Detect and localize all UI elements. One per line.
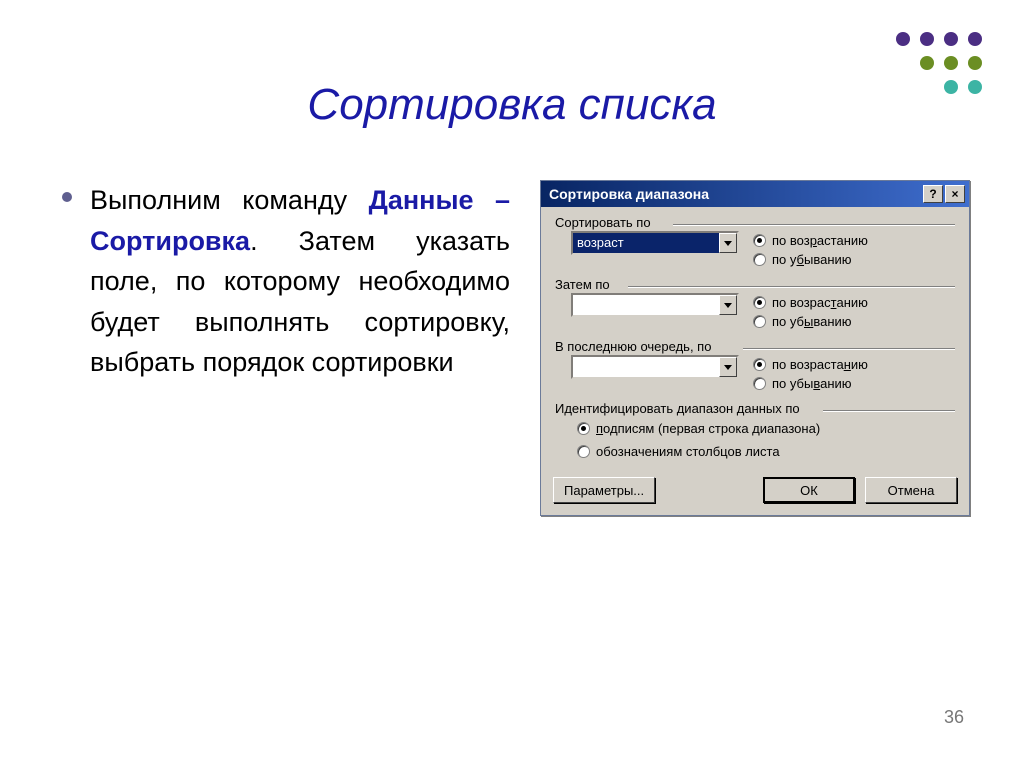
group-last-by-label: В последнюю очередь, по: [555, 339, 715, 354]
chevron-down-icon[interactable]: [719, 295, 737, 315]
sort-by-asc-radio[interactable]: по возрастанию: [753, 233, 868, 248]
help-button[interactable]: ?: [923, 185, 943, 203]
radio-icon: [577, 445, 590, 458]
identify-columns-radio[interactable]: обозначениям столбцов листа: [577, 444, 953, 459]
chevron-down-icon[interactable]: [719, 357, 737, 377]
help-icon: ?: [929, 187, 936, 201]
dialog-titlebar[interactable]: Сортировка диапазона ? ×: [541, 181, 969, 207]
bullet-intro: Выполним команду: [90, 185, 369, 215]
then-by-combo[interactable]: [571, 293, 739, 317]
page-number: 36: [944, 707, 964, 728]
bullet-text: Выполним команду Данные – Сортировка. За…: [90, 180, 510, 383]
slide-title: Сортировка списка: [0, 80, 1024, 130]
then-by-asc-radio[interactable]: по возрастанию: [753, 295, 868, 310]
radio-icon: [753, 358, 766, 371]
last-by-asc-radio[interactable]: по возрастанию: [753, 357, 868, 372]
close-icon: ×: [951, 187, 958, 201]
sort-by-desc-radio[interactable]: по убыванию: [753, 252, 868, 267]
radio-icon: [753, 234, 766, 247]
group-then-by: Затем по по возрастанию по убыванию: [553, 279, 957, 335]
last-by-desc-radio[interactable]: по убыванию: [753, 376, 868, 391]
group-then-by-label: Затем по: [555, 277, 614, 292]
radio-icon: [753, 377, 766, 390]
ok-button[interactable]: ОК: [763, 477, 855, 503]
cancel-button[interactable]: Отмена: [865, 477, 957, 503]
sort-by-combo[interactable]: возраст: [571, 231, 739, 255]
dialog-title: Сортировка диапазона: [549, 186, 709, 202]
chevron-down-icon[interactable]: [719, 233, 737, 253]
identify-labels-radio[interactable]: подписям (первая строка диапазона): [577, 421, 953, 436]
sort-dialog: Сортировка диапазона ? × Сортировать по …: [540, 180, 970, 516]
group-sort-by-label: Сортировать по: [555, 215, 655, 230]
radio-icon: [753, 315, 766, 328]
group-identify: Идентифицировать диапазон данных по подп…: [553, 403, 957, 471]
close-button[interactable]: ×: [945, 185, 965, 203]
radio-icon: [753, 296, 766, 309]
then-by-value: [573, 295, 719, 315]
last-by-value: [573, 357, 719, 377]
params-button[interactable]: Параметры...: [553, 477, 655, 503]
then-by-desc-radio[interactable]: по убыванию: [753, 314, 868, 329]
group-last-by: В последнюю очередь, по по возрастанию п…: [553, 341, 957, 397]
bullet-icon: [62, 192, 72, 202]
group-identify-label: Идентифицировать диапазон данных по: [555, 401, 804, 416]
sort-by-value: возраст: [573, 233, 719, 253]
radio-icon: [577, 422, 590, 435]
group-sort-by: Сортировать по возраст по возрастанию по…: [553, 217, 957, 273]
radio-icon: [753, 253, 766, 266]
last-by-combo[interactable]: [571, 355, 739, 379]
